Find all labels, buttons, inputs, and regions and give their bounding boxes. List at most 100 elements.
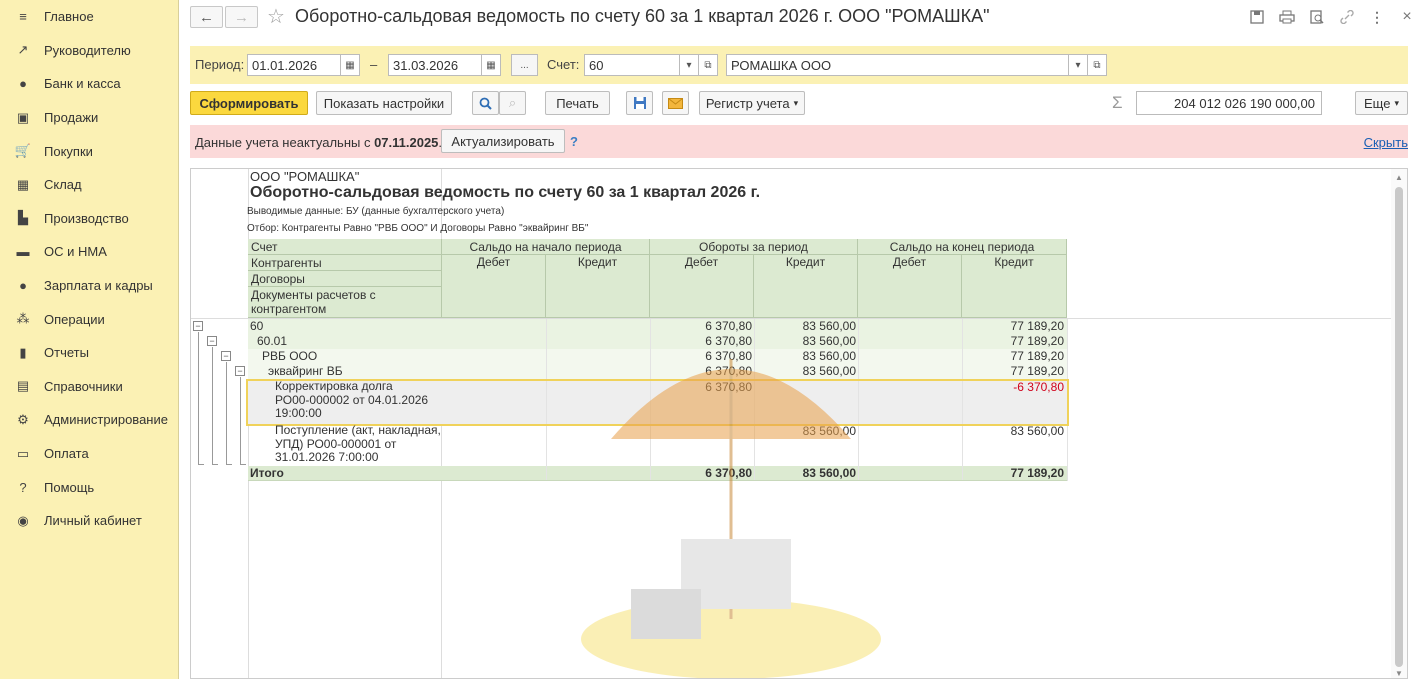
forward-button[interactable]: → [225, 6, 258, 28]
generate-button[interactable]: Сформировать [190, 91, 308, 115]
total-turnover-credit[interactable]: 83 560,00 [754, 466, 856, 480]
tree-collapse-icon[interactable]: − [221, 351, 231, 361]
row-counterparty-closing-credit[interactable]: 77 189,20 [962, 349, 1064, 363]
alert-date: 07.11.2025 [374, 135, 439, 150]
row-6001-closing-credit[interactable]: 77 189,20 [962, 334, 1064, 348]
factory-icon: ▙ [18, 210, 28, 226]
row-60-turnover-debit[interactable]: 6 370,80 [650, 319, 752, 333]
more-vert-icon[interactable]: ⋮ [1369, 9, 1385, 25]
sidebar-item-9[interactable]: ⁂ Операции [0, 302, 178, 336]
row-counterparty-turnover-credit[interactable]: 83 560,00 [754, 349, 856, 363]
row-60-closing-credit[interactable]: 77 189,20 [962, 319, 1064, 333]
date-to-field[interactable]: 31.03.2026 [388, 54, 482, 76]
sidebar-item-label: Справочники [44, 378, 123, 394]
row-counterparty-turnover-debit[interactable]: 6 370,80 [650, 349, 752, 363]
bar-chart-icon: ▮ [19, 344, 27, 360]
arrow-right-icon: → [234, 8, 249, 26]
sidebar-item-6[interactable]: ▙ Производство [0, 202, 178, 236]
sidebar-item-14[interactable]: ? Помощь [0, 470, 178, 504]
organization-dropdown-button[interactable]: ▾ [1068, 54, 1088, 76]
sidebar-item-12[interactable]: ⚙ Администрирование [0, 403, 178, 437]
row-6001-turnover-credit[interactable]: 83 560,00 [754, 334, 856, 348]
sidebar-item-1[interactable]: ↗ Руководителю [0, 34, 178, 68]
period-dash: – [370, 57, 378, 72]
row-counterparty[interactable]: РВБ ООО [262, 349, 317, 363]
account-dropdown-button[interactable]: ▾ [679, 54, 699, 76]
save-report-button[interactable] [626, 91, 653, 115]
actualize-button[interactable]: Актуализировать [441, 129, 565, 153]
row-account-60[interactable]: 60 [250, 319, 263, 333]
register-button[interactable]: Регистр учета ▾ [699, 91, 805, 115]
organization-field[interactable]: РОМАШКА ООО [726, 54, 1069, 76]
sidebar-item-5[interactable]: ▦ Склад [0, 168, 178, 202]
row-total[interactable]: Итого [250, 466, 284, 480]
tree-collapse-icon[interactable]: − [235, 366, 245, 376]
header-turnover-debit: Дебет [650, 255, 754, 318]
organization-open-button[interactable]: ⧉ [1087, 54, 1107, 76]
report-toolbar: Сформировать Показать настройки ⌕ Печать… [190, 91, 1420, 117]
period-select-button[interactable]: ... [511, 54, 538, 76]
preview-icon[interactable] [1309, 9, 1325, 25]
more-button[interactable]: Еще ▾ [1355, 91, 1408, 115]
sum-field: 204 012 026 190 000,00 [1136, 91, 1322, 115]
chevron-down-icon: ▾ [686, 59, 692, 71]
sidebar-item-7[interactable]: ▬ ОС и НМА [0, 235, 178, 269]
row-receipt-closing-credit[interactable]: 83 560,00 [962, 424, 1064, 438]
hide-link[interactable]: Скрыть [1364, 135, 1408, 150]
print-button[interactable]: Печать [545, 91, 610, 115]
row-6001-turnover-debit[interactable]: 6 370,80 [650, 334, 752, 348]
account-field[interactable]: 60 [584, 54, 680, 76]
back-button[interactable]: ← [190, 6, 223, 28]
show-settings-button[interactable]: Показать настройки [316, 91, 452, 115]
report-filter: Отбор: Контрагенты Равно "РВБ ООО" И Дог… [247, 223, 589, 234]
date-from-calendar-button[interactable]: ▦ [340, 54, 360, 76]
row-contract-turnover-credit[interactable]: 83 560,00 [754, 364, 856, 378]
book-icon: ▤ [16, 378, 30, 394]
sidebar-item-4[interactable]: 🛒 Покупки [0, 134, 178, 168]
sidebar-item-label: Покупки [44, 143, 93, 159]
row-document-receipt[interactable]: Поступление (акт, накладная, УПД) РО00-0… [275, 423, 441, 465]
save-icon[interactable] [1249, 9, 1265, 25]
search-clear-button[interactable]: ⌕ [499, 91, 526, 115]
row-account-60-01[interactable]: 60.01 [257, 334, 287, 348]
envelope-icon [668, 97, 683, 109]
sidebar-item-13[interactable]: ▭ Оплата [0, 437, 178, 471]
email-button[interactable] [662, 91, 689, 115]
total-closing-credit[interactable]: 77 189,20 [962, 466, 1064, 480]
header-opening-credit: Кредит [546, 255, 650, 318]
search-button[interactable] [472, 91, 499, 115]
favorite-star-icon[interactable]: ☆ [267, 4, 285, 29]
sidebar-item-11[interactable]: ▤ Справочники [0, 370, 178, 404]
row-receipt-turnover-credit[interactable]: 83 560,00 [754, 424, 856, 438]
row-contract[interactable]: эквайринг ВБ [268, 364, 343, 378]
account-icon: ◉ [17, 512, 29, 528]
printer-icon[interactable] [1279, 9, 1295, 25]
total-turnover-debit[interactable]: 6 370,80 [650, 466, 752, 480]
arrow-left-icon: ← [199, 8, 214, 26]
sidebar-item-10[interactable]: ▮ Отчеты [0, 336, 178, 370]
date-to-calendar-button[interactable]: ▦ [481, 54, 501, 76]
sidebar-item-label: Зарплата и кадры [44, 278, 153, 294]
sidebar-item-0[interactable]: ≡ Главное [0, 0, 178, 34]
help-icon[interactable]: ? [570, 134, 578, 149]
sidebar-item-label: Личный кабинет [44, 513, 142, 529]
report-sheet[interactable]: ООО "РОМАШКА" Оборотно-сальдовая ведомос… [190, 168, 1408, 679]
row-contract-closing-credit[interactable]: 77 189,20 [962, 364, 1064, 378]
row-60-turnover-credit[interactable]: 83 560,00 [754, 319, 856, 333]
sidebar-item-8[interactable]: ● Зарплата и кадры [0, 269, 178, 303]
close-icon[interactable]: × [1399, 8, 1415, 25]
sidebar-item-15[interactable]: ◉ Личный кабинет [0, 504, 178, 538]
date-from-field[interactable]: 01.01.2026 [247, 54, 341, 76]
account-open-button[interactable]: ⧉ [698, 54, 718, 76]
sidebar-item-2[interactable]: ● Банк и касса [0, 67, 178, 101]
link-icon[interactable] [1339, 9, 1355, 25]
tree-collapse-icon[interactable]: − [207, 336, 217, 346]
tree-collapse-icon[interactable]: − [193, 321, 203, 331]
help-icon: ? [19, 479, 27, 495]
calendar-icon: ▦ [486, 59, 496, 71]
sidebar-item-label: Склад [44, 177, 82, 193]
vertical-scrollbar[interactable]: ▲ ▼ [1391, 169, 1407, 678]
sidebar-item-3[interactable]: ▣ Продажи [0, 101, 178, 135]
coin-icon: ● [19, 76, 27, 92]
row-contract-turnover-debit[interactable]: 6 370,80 [650, 364, 752, 378]
